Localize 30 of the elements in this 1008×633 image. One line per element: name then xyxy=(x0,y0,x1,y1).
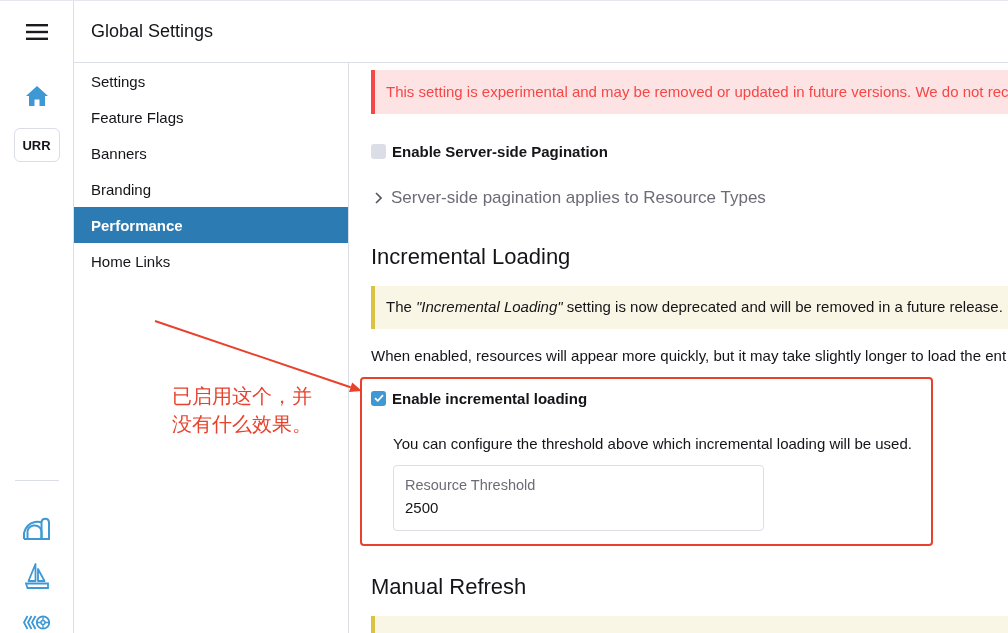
threshold-field[interactable]: Resource Threshold 2500 xyxy=(393,465,764,531)
nav-item[interactable]: Home Links xyxy=(74,243,348,279)
hint-text: You can configure the threshold above which incremental loading will be used. xyxy=(393,434,913,454)
menu-icon[interactable] xyxy=(25,24,48,40)
checkbox-label[interactable]: Enable incremental loading xyxy=(392,389,588,407)
nav-item[interactable]: Settings xyxy=(74,63,348,99)
banner-text: The "Incremental Loading" setting is now deprecated and will be removed in a future release. xyxy=(386,298,1003,315)
accordion-toggle[interactable]: Server-side pagination applies to Resource Types xyxy=(371,186,766,210)
section-heading: Manual Refresh xyxy=(371,573,528,601)
section-heading: Incremental Loading xyxy=(371,243,572,271)
sailboat-icon[interactable] xyxy=(24,563,49,589)
checkbox[interactable] xyxy=(371,143,386,159)
chevron-icon xyxy=(375,192,382,204)
nav-item[interactable]: Branding xyxy=(74,171,348,207)
checkbox[interactable] xyxy=(371,390,386,406)
number-input[interactable]: 2500 xyxy=(405,498,752,518)
check-icon xyxy=(373,394,384,402)
field-label: Resource Threshold xyxy=(405,476,537,494)
annotation-note: 已启用这个，并没有什么效果。 xyxy=(172,383,313,438)
nav-item[interactable]: Feature Flags xyxy=(74,99,348,135)
home-icon[interactable] xyxy=(25,86,48,106)
page-title: Global Settings xyxy=(91,21,214,42)
banner-text: This setting is experimental and may be removed or updated in future versions. We do not rec xyxy=(386,83,1008,100)
checkbox-label[interactable]: Enable Server-side Pagination xyxy=(392,142,608,160)
dome-building-icon[interactable] xyxy=(23,516,50,540)
chevrons-wheel-icon[interactable] xyxy=(23,615,50,630)
nav-item[interactable]: Banners xyxy=(74,135,348,171)
nav-item[interactable]: Performance xyxy=(74,207,348,243)
description-text: When enabled, resources will appear more quickly, but it may take slightly longer to load the ent xyxy=(371,346,1008,366)
cluster-button[interactable]: URR xyxy=(13,128,60,162)
